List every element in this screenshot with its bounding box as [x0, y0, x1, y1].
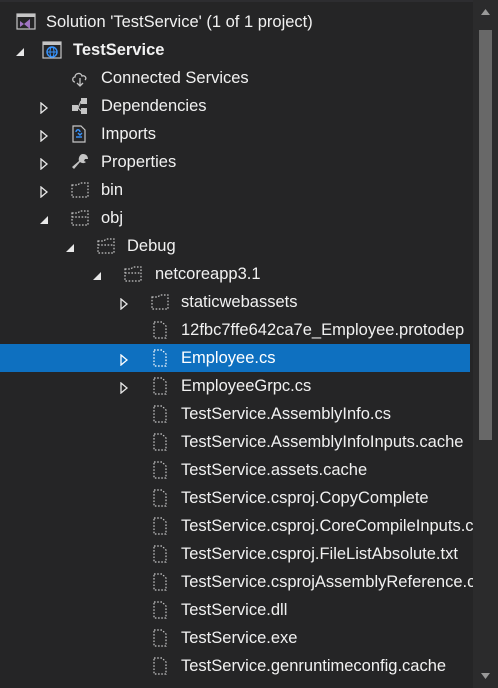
employee-cs-label: Employee.cs [181, 349, 276, 367]
debug-label: Debug [127, 237, 176, 255]
excluded-file-icon [150, 432, 170, 452]
project-label: TestService [73, 41, 165, 59]
excluded-folder-open-icon [96, 236, 116, 256]
assembly-refs-label: TestService.csprojAssemblyReference.cach… [181, 573, 498, 591]
visual-studio-solution-icon [16, 12, 36, 32]
tree-item-assembly-info[interactable]: TestService.AssemblyInfo.cs [0, 400, 470, 428]
expanded-arrow-icon[interactable] [91, 268, 103, 280]
core-compile-label: TestService.csproj.CoreCompileInputs.cac… [181, 517, 498, 535]
genruntime-label: TestService.genruntimeconfig.cache [181, 657, 447, 675]
panel-top-border [0, 0, 498, 2]
expanded-arrow-icon[interactable] [64, 240, 76, 252]
collapsed-arrow-icon[interactable] [118, 296, 130, 311]
properties-label: Properties [101, 153, 177, 171]
tree-item-assets-cache[interactable]: TestService.assets.cache [0, 456, 470, 484]
excluded-file-icon [150, 656, 170, 676]
web-project-icon [42, 40, 62, 60]
tree-item-solution[interactable]: Solution 'TestService' (1 of 1 project) [0, 8, 470, 36]
scroll-down-arrow-icon[interactable] [473, 666, 498, 686]
solution-label: Solution 'TestService' (1 of 1 project) [46, 13, 313, 31]
collapsed-arrow-icon[interactable] [118, 380, 130, 395]
scrollbar-thumb[interactable] [479, 30, 492, 440]
exe-label: TestService.exe [181, 629, 298, 647]
excluded-file-icon [150, 348, 170, 368]
assets-cache-label: TestService.assets.cache [181, 461, 368, 479]
collapsed-arrow-icon[interactable] [118, 352, 130, 367]
excluded-folder-icon [70, 180, 90, 200]
tree-item-assembly-info-inputs[interactable]: TestService.AssemblyInfoInputs.cache [0, 428, 470, 456]
tree-item-dependencies[interactable]: Dependencies [0, 92, 470, 120]
tree-item-imports[interactable]: Imports [0, 120, 470, 148]
dependencies-label: Dependencies [101, 97, 207, 115]
bin-label: bin [101, 181, 124, 199]
excluded-file-icon [150, 516, 170, 536]
scroll-up-arrow-icon[interactable] [473, 2, 498, 22]
obj-label: obj [101, 209, 124, 227]
tree-item-properties[interactable]: Properties [0, 148, 470, 176]
tree-item-file-list[interactable]: TestService.csproj.FileListAbsolute.txt [0, 540, 470, 568]
tree-item-project[interactable]: TestService [0, 36, 470, 64]
excluded-file-icon [150, 628, 170, 648]
tree-item-copy-complete[interactable]: TestService.csproj.CopyComplete [0, 484, 470, 512]
assembly-info-label: TestService.AssemblyInfo.cs [181, 405, 391, 423]
dll-label: TestService.dll [181, 601, 288, 619]
solution-tree: Solution 'TestService' (1 of 1 project) … [0, 8, 498, 680]
tree-item-debug[interactable]: Debug [0, 232, 470, 260]
protodep-label: 12fbc7ffe642ca7e_Employee.protodep [181, 321, 465, 339]
excluded-file-icon [150, 460, 170, 480]
tree-item-obj[interactable]: obj [0, 204, 470, 232]
tree-item-employee-grpc[interactable]: EmployeeGrpc.cs [0, 372, 470, 400]
connected-services-label: Connected Services [101, 69, 249, 87]
expanded-arrow-icon[interactable] [14, 44, 26, 56]
excluded-file-icon [150, 544, 170, 564]
collapsed-arrow-icon[interactable] [38, 100, 50, 115]
imports-icon [70, 124, 90, 144]
file-list-label: TestService.csproj.FileListAbsolute.txt [181, 545, 458, 563]
staticwebassets-label: staticwebassets [181, 293, 298, 311]
collapsed-arrow-icon[interactable] [38, 156, 50, 171]
excluded-file-icon [150, 376, 170, 396]
tree-item-staticwebassets[interactable]: staticwebassets [0, 288, 470, 316]
cloud-icon [70, 68, 90, 88]
collapsed-arrow-icon[interactable] [38, 128, 50, 143]
assembly-info-inputs-label: TestService.AssemblyInfoInputs.cache [181, 433, 464, 451]
excluded-file-icon [150, 600, 170, 620]
tree-item-netcoreapp[interactable]: netcoreapp3.1 [0, 260, 470, 288]
excluded-file-icon [150, 572, 170, 592]
solution-explorer-panel: Solution 'TestService' (1 of 1 project) … [0, 0, 498, 688]
tree-item-bin[interactable]: bin [0, 176, 470, 204]
dependencies-icon [70, 96, 90, 116]
vertical-scrollbar[interactable] [473, 0, 498, 688]
excluded-folder-open-icon [123, 264, 143, 284]
tree-item-connected-services[interactable]: Connected Services [0, 64, 470, 92]
tree-item-protodep[interactable]: 12fbc7ffe642ca7e_Employee.protodep [0, 316, 470, 344]
tree-item-core-compile[interactable]: TestService.csproj.CoreCompileInputs.cac… [0, 512, 498, 540]
imports-label: Imports [101, 125, 157, 143]
tree-item-exe[interactable]: TestService.exe [0, 624, 470, 652]
tree-item-genruntime[interactable]: TestService.genruntimeconfig.cache [0, 652, 470, 680]
expanded-arrow-icon[interactable] [38, 212, 50, 224]
employee-grpc-label: EmployeeGrpc.cs [181, 377, 312, 395]
excluded-file-icon [150, 320, 170, 340]
copy-complete-label: TestService.csproj.CopyComplete [181, 489, 429, 507]
excluded-folder-icon [150, 292, 170, 312]
tree-item-dll[interactable]: TestService.dll [0, 596, 470, 624]
tree-item-assembly-refs[interactable]: TestService.csprojAssemblyReference.cach… [0, 568, 498, 596]
excluded-folder-open-icon [70, 208, 90, 228]
netcoreapp-label: netcoreapp3.1 [155, 265, 261, 283]
excluded-file-icon [150, 404, 170, 424]
wrench-icon [70, 152, 90, 172]
excluded-file-icon [150, 488, 170, 508]
collapsed-arrow-icon[interactable] [38, 184, 50, 199]
tree-item-employee-cs[interactable]: Employee.cs [0, 344, 470, 372]
